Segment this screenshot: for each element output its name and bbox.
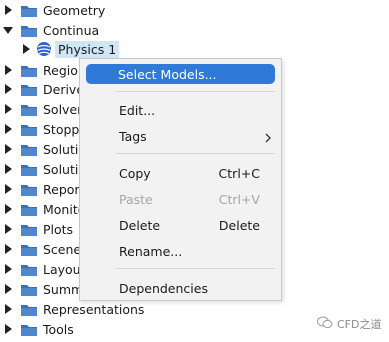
folder-icon xyxy=(21,60,37,80)
triangle-right-icon[interactable] xyxy=(2,259,14,279)
tree-item-label: Continua xyxy=(43,22,100,38)
tree-item-tools[interactable]: Tools xyxy=(2,319,74,339)
folder-icon xyxy=(21,99,37,119)
physics-continuum-icon xyxy=(36,39,52,59)
menu-item-label: Dependencies xyxy=(119,280,208,296)
triangle-right-icon[interactable] xyxy=(2,279,14,299)
folder-icon xyxy=(21,179,37,199)
tree-item-solvers[interactable]: Solvers xyxy=(2,99,89,119)
folder-icon xyxy=(21,319,37,339)
triangle-right-icon[interactable] xyxy=(20,39,32,59)
tree-item-label: Tools xyxy=(43,321,74,337)
menu-item-edit[interactable]: Edit... xyxy=(86,100,275,120)
triangle-right-icon[interactable] xyxy=(2,239,14,259)
triangle-right-icon[interactable] xyxy=(2,139,14,159)
folder-icon xyxy=(21,20,37,40)
menu-item-label: Edit... xyxy=(119,102,156,118)
folder-icon xyxy=(21,0,37,20)
triangle-right-icon[interactable] xyxy=(2,0,14,20)
triangle-right-icon[interactable] xyxy=(2,79,14,99)
triangle-right-icon[interactable] xyxy=(2,119,14,139)
folder-icon xyxy=(21,119,37,139)
triangle-down-icon[interactable] xyxy=(2,20,14,40)
menu-item-paste: Paste Ctrl+V xyxy=(86,189,275,209)
menu-item-label: Paste xyxy=(119,191,153,207)
triangle-right-icon[interactable] xyxy=(2,219,14,239)
folder-icon xyxy=(21,299,37,319)
menu-item-dependencies[interactable]: Dependencies xyxy=(86,278,275,298)
menu-item-label: Rename... xyxy=(119,243,183,259)
menu-item-shortcut: Ctrl+V xyxy=(218,191,260,207)
menu-item-label: Tags xyxy=(119,128,147,144)
menu-item-copy[interactable]: Copy Ctrl+C xyxy=(86,163,275,183)
wechat-icon xyxy=(317,316,333,332)
menu-item-label: Copy xyxy=(119,165,151,181)
folder-icon xyxy=(21,199,37,219)
menu-item-label: Select Models... xyxy=(118,66,217,82)
chevron-right-icon xyxy=(265,131,271,146)
watermark-text: CFD之道 xyxy=(337,318,382,331)
menu-item-tags[interactable]: Tags xyxy=(86,126,275,146)
menu-item-shortcut: Delete xyxy=(218,217,260,233)
folder-icon xyxy=(21,219,37,239)
tree-item-label: Physics 1 xyxy=(55,40,120,58)
tree-item-physics-1[interactable]: Physics 1 xyxy=(20,39,120,59)
tree-item-reports[interactable]: Reports xyxy=(2,179,91,199)
menu-separator xyxy=(116,91,275,92)
triangle-right-icon[interactable] xyxy=(2,319,14,339)
menu-separator xyxy=(116,268,275,269)
menu-item-rename[interactable]: Rename... xyxy=(86,241,275,261)
folder-icon xyxy=(21,139,37,159)
tree-item-geometry[interactable]: Geometry xyxy=(2,0,105,20)
tree-item-representations[interactable]: Representations xyxy=(2,299,144,319)
triangle-right-icon[interactable] xyxy=(2,179,14,199)
triangle-right-icon[interactable] xyxy=(2,199,14,219)
context-menu: Select Models... Edit... Tags Copy Ctrl+… xyxy=(79,58,282,301)
folder-icon xyxy=(21,159,37,179)
menu-item-delete[interactable]: Delete Delete xyxy=(86,215,275,235)
triangle-right-icon[interactable] xyxy=(2,299,14,319)
watermark: CFD之道 xyxy=(317,316,381,332)
tree-item-label: Geometry xyxy=(43,2,106,18)
tree-item-plots[interactable]: Plots xyxy=(2,219,73,239)
triangle-right-icon[interactable] xyxy=(2,99,14,119)
menu-item-select-models[interactable]: Select Models... xyxy=(86,64,275,84)
folder-icon xyxy=(21,239,37,259)
menu-item-label: Delete xyxy=(119,217,161,233)
tree-item-scenes[interactable]: Scenes xyxy=(2,239,88,259)
triangle-right-icon[interactable] xyxy=(2,60,14,80)
menu-separator xyxy=(116,153,275,154)
tree-item-label: Plots xyxy=(43,221,74,237)
folder-icon xyxy=(21,259,37,279)
folder-icon xyxy=(21,279,37,299)
tree-item-continua[interactable]: Continua xyxy=(2,20,99,40)
folder-icon xyxy=(21,79,37,99)
tree-item-label: Representations xyxy=(43,301,145,317)
triangle-right-icon[interactable] xyxy=(2,159,14,179)
menu-item-shortcut: Ctrl+C xyxy=(218,165,260,181)
